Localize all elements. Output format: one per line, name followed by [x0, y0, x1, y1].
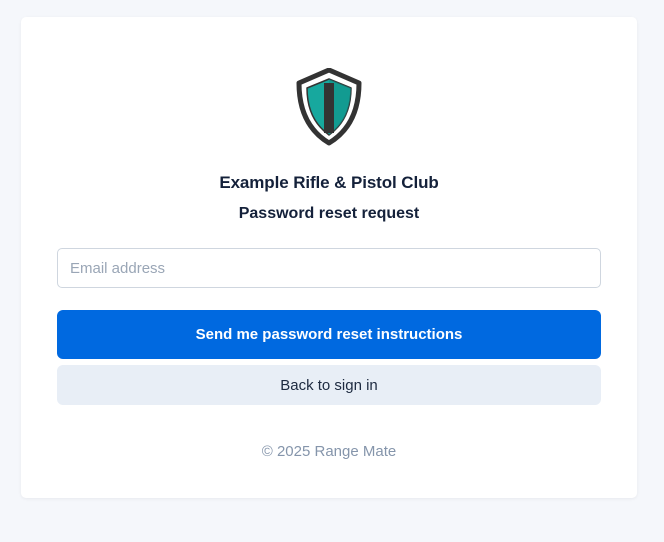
email-field[interactable]: [57, 248, 601, 288]
back-to-sign-in-button[interactable]: Back to sign in: [57, 365, 601, 405]
shield-icon: [295, 68, 363, 146]
club-name: Example Rifle & Pistol Club: [219, 173, 439, 192]
reset-card: Example Rifle & Pistol Club Password res…: [21, 17, 637, 498]
copyright-footer: © 2025 Range Mate: [261, 443, 397, 460]
page-title: Password reset request: [238, 205, 420, 222]
send-reset-instructions-button[interactable]: Send me password reset instructions: [57, 310, 601, 359]
